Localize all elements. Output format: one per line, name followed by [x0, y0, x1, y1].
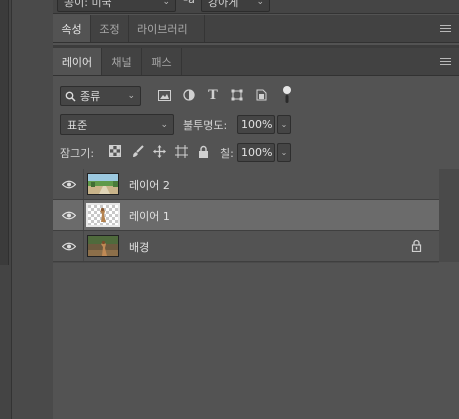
opacity-label: 불투명도:	[183, 119, 228, 132]
chevron-down-icon: ⌄	[160, 120, 168, 130]
tab-paths[interactable]: 패스	[142, 48, 182, 75]
tab-paths-label: 패스	[151, 55, 172, 69]
eye-icon[interactable]	[61, 239, 77, 253]
lock-artboard-icon[interactable]	[174, 144, 188, 158]
tab-channels-label: 채널	[111, 55, 132, 69]
top-icon-label: ªa	[183, 0, 195, 6]
chevron-down-icon: ⌄	[280, 120, 288, 129]
top-text-icon[interactable]: ªa	[181, 0, 199, 12]
eye-icon[interactable]	[61, 208, 77, 222]
visibility-column-divider	[83, 200, 84, 230]
tab-layers-label: 레이어	[61, 55, 93, 69]
layer-name[interactable]: 레이어 1	[129, 208, 170, 224]
fill-dropdown-button[interactable]: ⌄	[277, 143, 291, 162]
layer-thumbnail	[87, 235, 119, 257]
layers-scrollbar[interactable]	[439, 169, 459, 262]
chevron-down-icon: ⌄	[127, 91, 135, 101]
layers-list-bottom	[53, 262, 439, 263]
chevron-down-icon: ⌄	[256, 0, 264, 7]
layers-tab-bar: 레이어 채널 패스	[53, 48, 459, 76]
panel-menu-icon[interactable]	[440, 24, 451, 33]
smart-object-filter-icon[interactable]	[254, 88, 268, 102]
layer-thumbnail	[87, 173, 119, 195]
visibility-column-divider	[83, 231, 84, 261]
tab-properties-label: 속성	[61, 22, 82, 36]
top-dropdown-1[interactable]: 공이: 미국 ⌄	[57, 0, 176, 12]
search-icon	[65, 91, 76, 102]
blend-mode-dropdown[interactable]: 표준 ⌄	[60, 114, 174, 135]
top-dropdown-1-value: 공이: 미국	[64, 0, 112, 9]
layer-row[interactable]: 레이어 2	[53, 169, 439, 200]
fill-value: 100%	[241, 146, 273, 159]
tab-libraries-label: 라이브러리	[137, 22, 188, 36]
left-edge-inner	[0, 0, 9, 265]
layer-name[interactable]: 배경	[129, 239, 149, 255]
lock-icon	[411, 239, 423, 253]
top-dropdown-2-value: 강아게	[208, 0, 239, 9]
opacity-input[interactable]: 100%	[237, 115, 275, 134]
chevron-down-icon: ⌄	[162, 0, 170, 7]
tab-libraries[interactable]: 라이브러리	[129, 15, 205, 42]
filter-kind-label: 종류	[80, 90, 101, 103]
lock-all-icon[interactable]	[196, 144, 210, 158]
blend-mode-value: 표준	[67, 118, 88, 132]
layer-thumbnail	[86, 203, 120, 227]
panel-menu-icon[interactable]	[440, 57, 451, 66]
filter-toggle-icon[interactable]	[281, 85, 293, 105]
layer-filter-dropdown[interactable]: 종류 ⌄	[60, 86, 141, 106]
type-filter-icon[interactable]: T	[206, 88, 220, 103]
layer-name[interactable]: 레이어 2	[129, 177, 170, 193]
tab-properties[interactable]: 속성	[53, 15, 91, 42]
tab-adjustments-label: 조정	[99, 22, 120, 36]
lock-label: 잠그기:	[60, 147, 95, 160]
lock-transparent-icon[interactable]	[108, 144, 122, 158]
properties-tab-bar: 속성 조정 라이브러리	[53, 15, 459, 43]
lock-position-icon[interactable]	[152, 144, 166, 158]
opacity-value: 100%	[241, 118, 273, 131]
left-edge-strip	[0, 0, 12, 419]
fill-input[interactable]: 100%	[237, 143, 275, 162]
fill-label: 칠:	[220, 147, 234, 160]
top-dropdown-2[interactable]: 강아게 ⌄	[201, 0, 270, 12]
image-filter-icon[interactable]	[157, 88, 171, 102]
lock-image-icon[interactable]	[130, 144, 144, 158]
chevron-down-icon: ⌄	[280, 148, 288, 157]
layer-row[interactable]: 레이어 1	[53, 200, 439, 231]
tab-channels[interactable]: 채널	[102, 48, 142, 75]
tab-adjustments[interactable]: 조정	[91, 15, 129, 42]
visibility-column-divider	[83, 169, 84, 199]
eye-icon[interactable]	[61, 177, 77, 191]
adjustment-filter-icon[interactable]	[182, 88, 196, 102]
opacity-dropdown-button[interactable]: ⌄	[277, 115, 291, 134]
shape-filter-icon[interactable]	[230, 88, 244, 102]
left-panel-area	[12, 0, 53, 419]
layer-row[interactable]: 배경	[53, 231, 439, 262]
tab-layers[interactable]: 레이어	[53, 48, 102, 75]
